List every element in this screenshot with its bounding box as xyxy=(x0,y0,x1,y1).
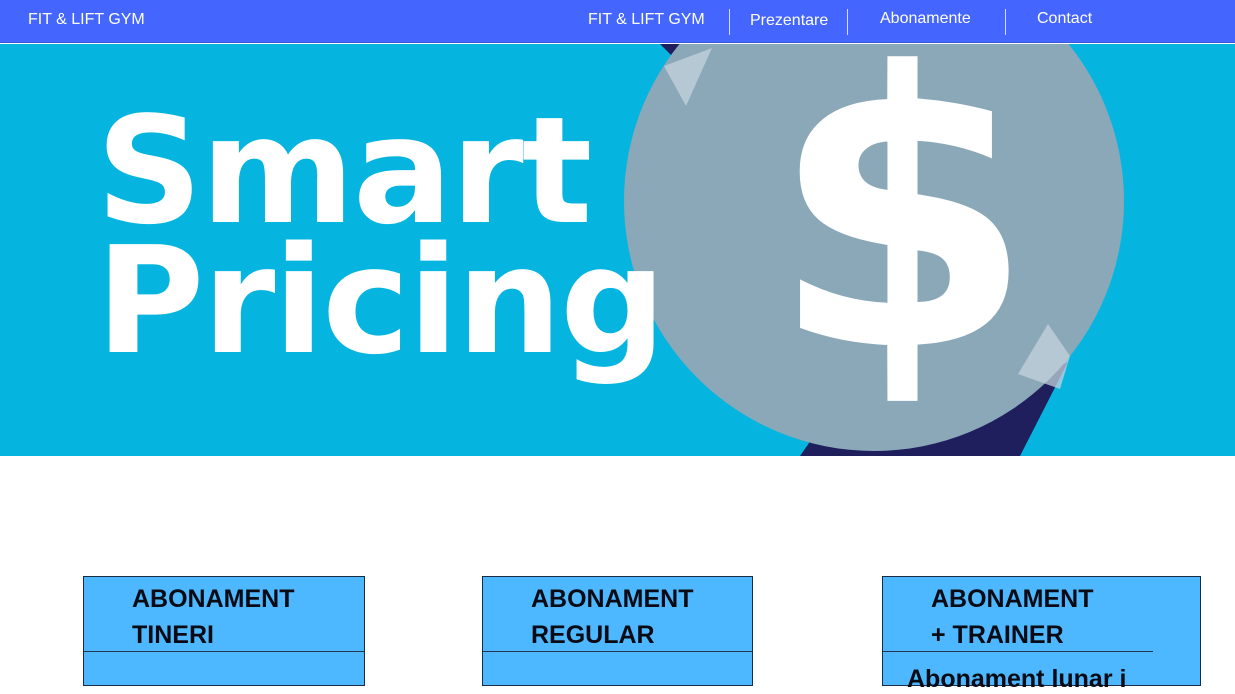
nav-separator xyxy=(729,9,730,35)
nav-separator xyxy=(847,9,848,35)
nav-link-home[interactable]: FIT & LIFT GYM xyxy=(588,11,705,29)
card-title: ABONAMENT REGULAR xyxy=(531,585,694,649)
card-title: ABONAMENT + TRAINER xyxy=(931,585,1094,649)
pricing-card-trainer[interactable]: ABONAMENT + TRAINER Abonament lunar i xyxy=(882,576,1201,693)
brand-link[interactable]: FIT & LIFT GYM xyxy=(28,11,145,29)
nav-link-prezentare[interactable]: Prezentare xyxy=(750,12,828,30)
nav-link-contact[interactable]: Contact xyxy=(1037,10,1092,28)
top-navbar: FIT & LIFT GYM FIT & LIFT GYM Prezentare… xyxy=(0,0,1235,43)
card-divider xyxy=(483,651,752,652)
hero-headline: Smart Pricing xyxy=(96,97,666,387)
card-title: ABONAMENT TINERI xyxy=(132,585,295,649)
hero-banner: $ Smart Pricing xyxy=(0,44,1235,456)
pricing-card-regular[interactable]: ABONAMENT REGULAR xyxy=(482,576,753,686)
dollar-sign: $ xyxy=(770,44,1035,435)
hero-line-pricing: Pricing xyxy=(96,215,666,387)
pricing-card-tineri[interactable]: ABONAMENT TINERI xyxy=(83,576,365,686)
card-divider xyxy=(84,651,364,652)
nav-link-abonamente[interactable]: Abonamente xyxy=(880,10,971,28)
card-divider xyxy=(883,651,1153,652)
nav-separator xyxy=(1005,9,1006,35)
